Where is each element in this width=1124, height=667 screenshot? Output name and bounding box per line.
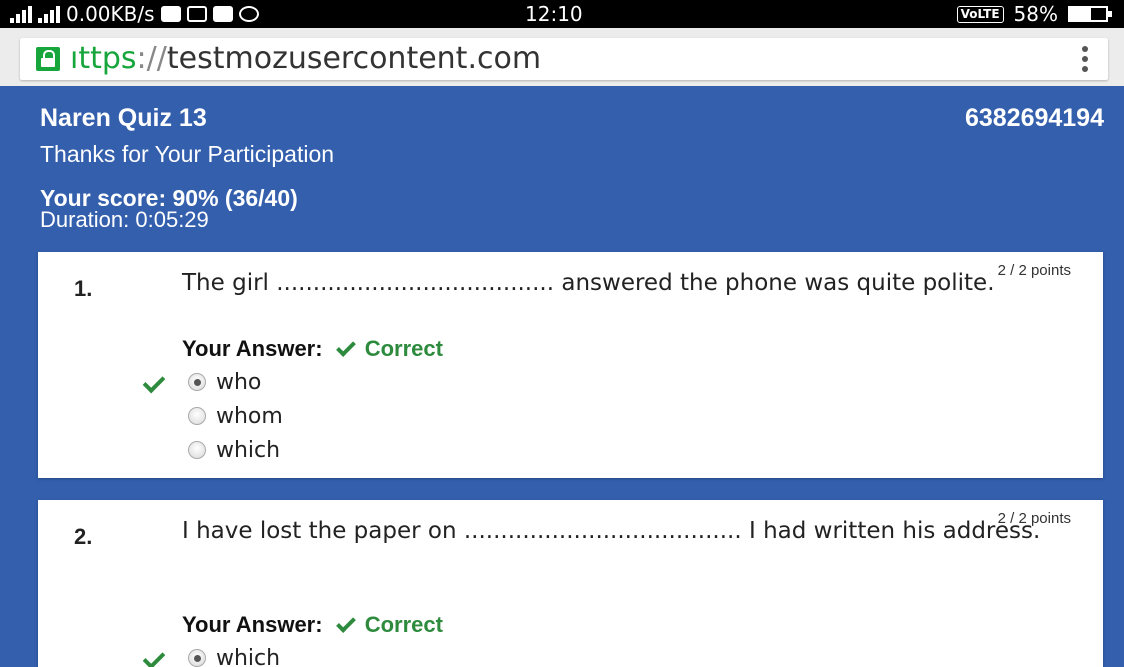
volte-badge: VoLTE bbox=[956, 5, 1004, 23]
duration-text: Duration: 0:05:29 bbox=[40, 207, 209, 232]
url-scheme: ıttps bbox=[70, 41, 137, 76]
radio-selected-icon bbox=[188, 373, 206, 391]
question-card: 1. The girl ............................… bbox=[38, 252, 1103, 478]
correct-check-icon bbox=[335, 613, 356, 634]
selected-check-icon bbox=[136, 378, 170, 392]
question-points: 2 / 2 points bbox=[997, 262, 1071, 279]
radio-icon bbox=[188, 407, 206, 425]
signal-icon bbox=[10, 5, 32, 23]
option-label: which bbox=[216, 645, 281, 667]
lock-icon[interactable] bbox=[36, 47, 60, 71]
question-number: 1. bbox=[74, 276, 93, 301]
download-icon bbox=[212, 6, 233, 22]
network-speed: 0.00KB/s bbox=[66, 2, 155, 26]
video-icon bbox=[160, 6, 181, 22]
quiz-title: Naren Quiz 13 bbox=[40, 104, 207, 132]
status-bar: 0.00KB/s 12:10 VoLTE 58% bbox=[0, 0, 1124, 28]
answer-option: which bbox=[188, 642, 280, 667]
correct-label: Correct bbox=[364, 336, 443, 361]
whatsapp-icon bbox=[238, 6, 259, 22]
clock: 12:10 bbox=[525, 2, 583, 26]
thanks-message: Thanks for Your Participation bbox=[40, 141, 335, 167]
your-answer-label: Your Answer: bbox=[182, 336, 323, 361]
option-label: which bbox=[216, 437, 281, 463]
battery-icon bbox=[1068, 6, 1112, 22]
instagram-icon bbox=[186, 6, 207, 22]
radio-icon bbox=[188, 441, 206, 459]
your-answer-line: Your Answer: Correct bbox=[182, 612, 443, 638]
question-text: The girl ...............................… bbox=[182, 270, 995, 296]
answer-option: who bbox=[188, 366, 261, 398]
battery-percent: 58% bbox=[1013, 2, 1058, 26]
correct-label: Correct bbox=[364, 612, 443, 637]
menu-kebab-icon[interactable] bbox=[1082, 46, 1088, 72]
answer-option: whom bbox=[188, 400, 283, 432]
address-bar[interactable]: ıttps://testmozusercontent.com bbox=[20, 38, 1108, 80]
question-text: I have lost the paper on ...............… bbox=[182, 518, 1041, 544]
url-separator: :// bbox=[136, 41, 167, 76]
question-number: 2. bbox=[74, 524, 93, 549]
participant-id: 6382694194 bbox=[964, 104, 1104, 132]
radio-selected-icon bbox=[188, 649, 206, 667]
url-text[interactable]: ıttps://testmozusercontent.com bbox=[70, 41, 541, 77]
browser-toolbar: ıttps://testmozusercontent.com bbox=[0, 28, 1124, 86]
option-label: who bbox=[216, 369, 262, 395]
correct-check-icon bbox=[335, 337, 356, 358]
url-host: testmozusercontent.com bbox=[166, 41, 542, 76]
your-answer-label: Your Answer: bbox=[182, 612, 323, 637]
your-answer-line: Your Answer: Correct bbox=[182, 336, 443, 362]
answer-option: which bbox=[188, 434, 280, 466]
option-label: whom bbox=[216, 403, 283, 429]
question-card: 2. I have lost the paper on ............… bbox=[38, 500, 1103, 667]
signal-2-icon bbox=[38, 5, 60, 23]
selected-check-icon bbox=[136, 654, 170, 667]
question-points: 2 / 2 points bbox=[997, 510, 1071, 527]
